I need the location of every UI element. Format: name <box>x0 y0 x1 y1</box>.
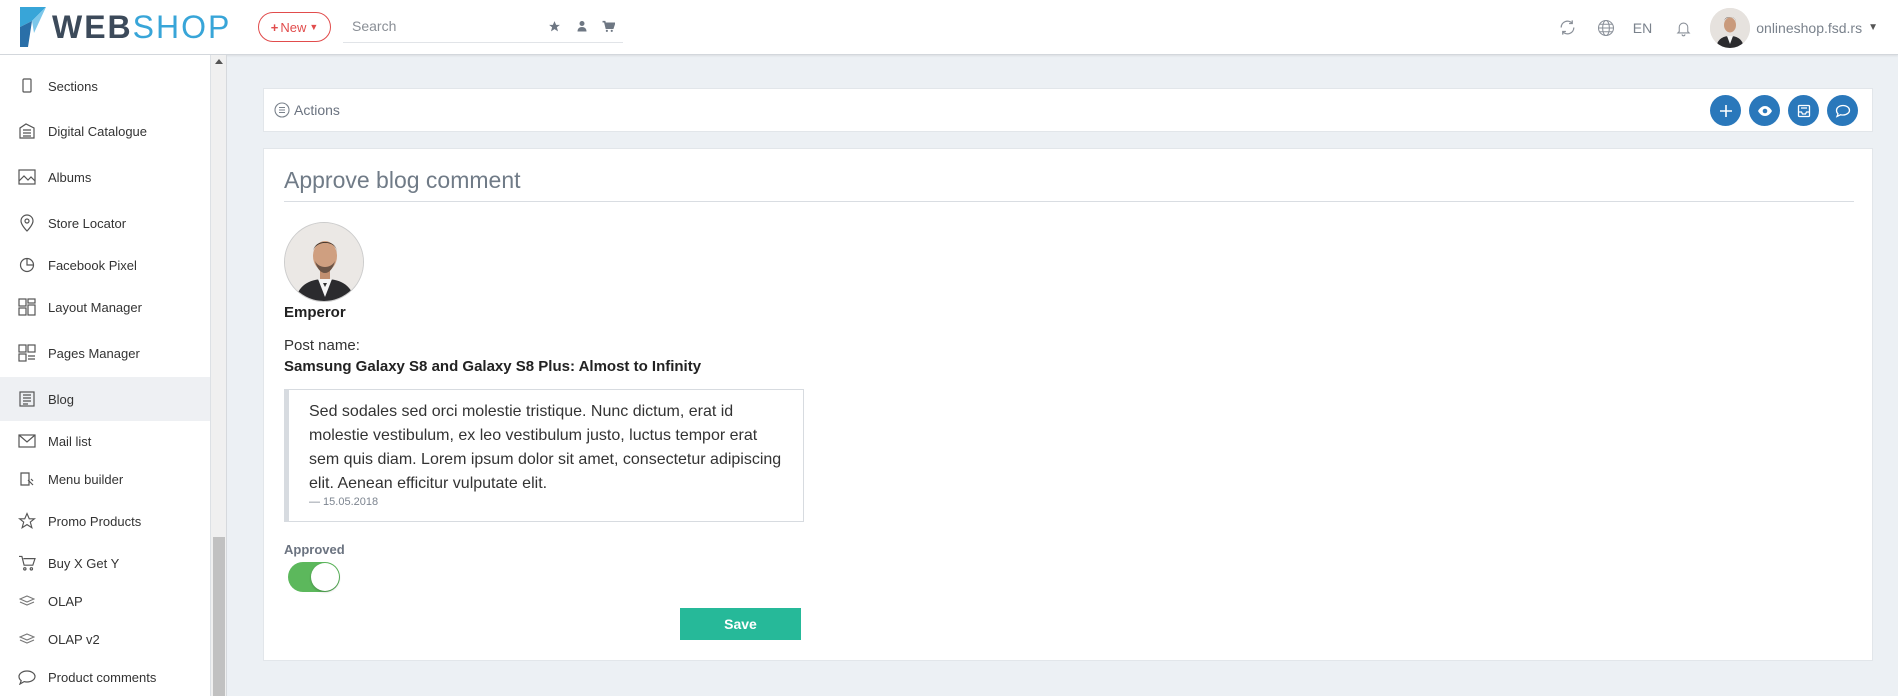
cart-icon <box>17 553 37 573</box>
new-button[interactable]: + New ▼ <box>258 12 331 42</box>
sidebar-item-label: Product comments <box>48 669 157 685</box>
webshop-logo[interactable]: WEBSHOP <box>20 7 231 47</box>
comment-author: Emperor <box>284 304 346 321</box>
layers-icon <box>17 591 37 611</box>
sidebar-item-label: Blog <box>48 391 75 407</box>
bell-icon[interactable] <box>1672 17 1694 39</box>
search-bar <box>343 10 623 43</box>
chevron-down-icon[interactable]: ▼ <box>1868 22 1878 33</box>
sidebar-item-label: Menu builder <box>48 471 124 487</box>
menu-builder-icon <box>17 469 37 489</box>
sidebar-item-label: Layout Manager <box>48 299 142 315</box>
sidebar-scrollbar[interactable] <box>211 55 227 696</box>
archive-button[interactable] <box>1788 95 1819 126</box>
add-button[interactable] <box>1710 95 1741 126</box>
scrollbar-thumb[interactable] <box>213 537 225 696</box>
sidebar-item-label: Buy X Get Y <box>48 555 120 571</box>
user-avatar[interactable] <box>1710 7 1751 48</box>
sidebar-item-product-comments[interactable]: Product comments <box>0 655 210 696</box>
tablet-icon <box>17 76 37 96</box>
user-name[interactable]: onlineshop.fsd.rs <box>1756 20 1862 36</box>
sidebar-item-layout-manager[interactable]: Layout Manager <box>0 285 210 329</box>
logo-mark-icon <box>20 7 46 47</box>
comments-button[interactable] <box>1827 95 1858 126</box>
sidebar-item-blog[interactable]: Blog <box>0 377 210 421</box>
search-input[interactable] <box>343 18 533 34</box>
approve-comment-card: Approve blog comment Emperor Post name: … <box>263 148 1873 661</box>
star-outline-icon <box>17 511 37 531</box>
sidebar-item-digital-catalogue[interactable]: Digital Catalogue <box>0 109 210 153</box>
sidebar-item-label: OLAP v2 <box>48 631 100 647</box>
layers-icon <box>17 629 37 649</box>
top-bar: WEBSHOP + New ▼ EN <box>0 0 1898 55</box>
star-icon[interactable] <box>547 19 562 34</box>
sidebar-item-label: Store Locator <box>48 215 127 231</box>
sidebar-item-label: Mail list <box>48 433 92 449</box>
actions-label: Actions <box>294 102 340 118</box>
sidebar-item-pages-manager[interactable]: Pages Manager <box>0 331 210 375</box>
cart-icon[interactable] <box>601 19 616 34</box>
actions-menu[interactable]: Actions <box>274 102 340 118</box>
sidebar-item-label: Facebook Pixel <box>48 257 137 273</box>
chevron-down-icon: ▼ <box>309 22 319 32</box>
pages-icon <box>17 343 37 363</box>
sidebar-item-menu-builder[interactable]: Menu builder <box>0 457 210 501</box>
globe-icon[interactable] <box>1595 17 1617 39</box>
page-title: Approve blog comment <box>284 167 521 193</box>
image-icon <box>17 167 37 187</box>
sidebar: Sections Digital Catalogue Albums Store … <box>0 55 211 696</box>
comment-icon <box>17 667 37 687</box>
save-button[interactable]: Save <box>680 608 801 640</box>
post-name: Samsung Galaxy S8 and Galaxy S8 Plus: Al… <box>284 358 702 375</box>
inbox-icon <box>1797 104 1810 117</box>
sidebar-item-store-locator[interactable]: Store Locator <box>0 201 210 245</box>
eye-icon <box>1757 105 1772 116</box>
post-name-label: Post name: <box>284 337 360 354</box>
approved-label: Approved <box>284 542 345 557</box>
sidebar-item-label: Digital Catalogue <box>48 123 148 139</box>
list-circle-icon <box>274 102 290 118</box>
sidebar-item-label: Albums <box>48 169 92 185</box>
sidebar-item-facebook-pixel[interactable]: Facebook Pixel <box>0 243 210 287</box>
catalogue-icon <box>17 121 37 141</box>
logo-text: WEBSHOP <box>52 8 232 45</box>
scroll-up-arrow-icon[interactable] <box>215 59 223 64</box>
approved-toggle[interactable] <box>288 562 340 592</box>
sidebar-item-sections[interactable]: Sections <box>0 64 210 108</box>
sidebar-item-label: Sections <box>48 78 98 94</box>
layout-icon <box>17 297 37 317</box>
plus-icon <box>1719 104 1732 117</box>
sidebar-item-label: Promo Products <box>48 513 142 529</box>
comment-text: Sed sodales sed orci molestie tristique.… <box>309 403 782 492</box>
comment-author-avatar <box>284 222 364 302</box>
pie-chart-icon <box>17 255 37 275</box>
actions-bar: Actions <box>263 88 1873 132</box>
comment-quote: Sed sodales sed orci molestie tristique.… <box>284 389 804 522</box>
refresh-icon[interactable] <box>1557 17 1579 39</box>
comment-icon <box>1835 104 1850 118</box>
toggle-knob <box>311 563 339 591</box>
sidebar-item-promo-products[interactable]: Promo Products <box>0 499 210 543</box>
new-button-label: New <box>280 19 307 35</box>
comment-date: — 15.05.2018 <box>309 496 379 508</box>
blog-icon <box>17 389 37 409</box>
user-icon[interactable] <box>574 19 589 34</box>
title-divider <box>284 201 1854 202</box>
preview-button[interactable] <box>1749 95 1780 126</box>
sidebar-item-label: OLAP <box>48 593 83 609</box>
envelope-icon <box>17 431 37 451</box>
sidebar-item-label: Pages Manager <box>48 345 140 361</box>
map-pin-icon <box>17 213 37 233</box>
sidebar-item-albums[interactable]: Albums <box>0 155 210 199</box>
language-selector[interactable]: EN <box>1633 20 1652 36</box>
plus-icon: + <box>270 19 279 35</box>
